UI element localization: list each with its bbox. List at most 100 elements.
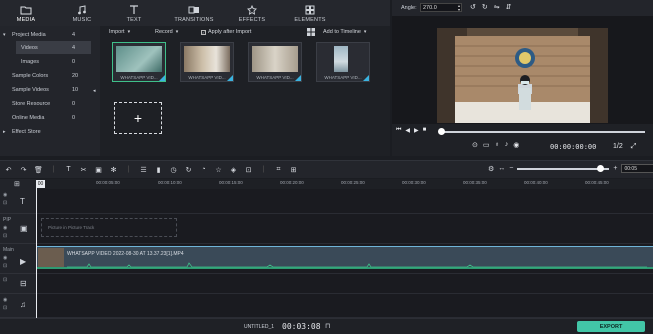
- mute-icon[interactable]: ◉: [3, 297, 7, 303]
- media-item[interactable]: WHATSAPP VID...: [316, 42, 370, 82]
- chevron-down-icon: ▾: [363, 29, 367, 35]
- audio-icon[interactable]: ▮: [154, 164, 163, 175]
- library-effect-store[interactable]: ▸ Effect Store: [0, 125, 98, 138]
- tab-text[interactable]: TEXT: [108, 0, 160, 26]
- settings-icon[interactable]: ⚙: [488, 165, 494, 173]
- tab-music-label: MUSIC: [72, 16, 92, 23]
- video-badge-icon: [363, 75, 369, 81]
- add-to-timeline-dropdown[interactable]: Add to Timeline ▾: [323, 29, 366, 35]
- zoom-in-icon[interactable]: +: [613, 165, 617, 172]
- microphone-icon[interactable]: ♁: [495, 141, 500, 149]
- undo-icon[interactable]: ↶: [4, 164, 13, 175]
- crop-zoom-icon[interactable]: ⌗: [274, 164, 283, 175]
- library-videos[interactable]: Videos 4: [16, 41, 91, 54]
- render-icon[interactable]: ⊙: [472, 141, 478, 149]
- collapse-panel-icon[interactable]: ◂: [93, 88, 96, 94]
- track-audio-2[interactable]: [37, 294, 653, 318]
- export-frame-icon[interactable]: ⊡: [244, 164, 253, 175]
- keyframe-icon[interactable]: ◈: [229, 164, 238, 175]
- delete-icon[interactable]: 🗑: [34, 164, 43, 175]
- eye-icon[interactable]: ◉: [3, 225, 11, 231]
- freeze-icon[interactable]: ✻: [109, 164, 118, 175]
- zoom-value-input[interactable]: 00:05: [621, 164, 653, 173]
- library-item-label: Sample Videos: [12, 86, 49, 93]
- apply-after-import-checkbox[interactable]: ✓ Apply after Import: [201, 29, 251, 35]
- previous-frame-icon[interactable]: ⏮: [396, 127, 401, 134]
- media-item[interactable]: WHATSAPP VID...: [112, 42, 166, 82]
- lock-icon[interactable]: ⊡: [3, 305, 7, 311]
- fit-icon[interactable]: ↔: [498, 165, 505, 172]
- library-sample-colors[interactable]: Sample Colors 20: [0, 69, 98, 82]
- lock-icon[interactable]: ⊡: [3, 263, 14, 269]
- adjust-icon[interactable]: ☰: [139, 164, 148, 175]
- playhead[interactable]: [36, 188, 37, 318]
- scissors-icon[interactable]: ✂: [79, 164, 88, 175]
- snapshot-icon[interactable]: ◉: [513, 141, 519, 149]
- zoom-out-icon[interactable]: −: [509, 165, 513, 172]
- export-button[interactable]: EXPORT: [577, 321, 645, 332]
- library-store-resource[interactable]: Store Resource 0: [0, 97, 98, 110]
- eye-icon[interactable]: ◉: [3, 255, 14, 261]
- rotate-right-icon[interactable]: ↻: [482, 3, 488, 11]
- zoom-slider[interactable]: [517, 164, 610, 172]
- quality-selector[interactable]: 1/2 ⤢: [613, 143, 636, 151]
- rotate-controls: ↺ ↻ ⇋ ⇵: [470, 3, 512, 11]
- preview-scrubber[interactable]: [440, 131, 645, 133]
- lock-icon[interactable]: ⊡: [3, 277, 7, 283]
- rotate-icon[interactable]: ↻: [184, 164, 193, 175]
- playhead-handle[interactable]: 00: [36, 180, 45, 188]
- tab-elements[interactable]: ELEMENTS: [282, 0, 338, 26]
- play-icon[interactable]: ▶: [414, 127, 419, 134]
- lock-icon[interactable]: ⊡: [3, 233, 11, 239]
- text-tool-icon[interactable]: T: [64, 164, 73, 175]
- crop-icon[interactable]: ▣: [94, 164, 103, 175]
- step-back-icon[interactable]: ◀: [405, 127, 410, 134]
- library-sample-videos[interactable]: Sample Videos 10: [0, 83, 98, 96]
- tab-effects[interactable]: EFFECTS: [226, 0, 278, 26]
- track-audio-1[interactable]: [37, 274, 653, 294]
- pan-zoom-icon[interactable]: ⊞: [289, 164, 298, 175]
- library-item-label: Effect Store: [12, 128, 41, 135]
- scrubber-handle[interactable]: [438, 128, 445, 135]
- import-media-button[interactable]: +: [114, 102, 162, 134]
- redo-icon[interactable]: ↷: [19, 164, 28, 175]
- video-clip[interactable]: WHATSAPP VIDEO 2022-08-30 AT 13.37.23[1]…: [37, 246, 653, 269]
- media-item[interactable]: WHATSAPP VID...: [248, 42, 302, 82]
- marker-icon[interactable]: ⊓: [325, 322, 330, 330]
- library-project-media[interactable]: ▾ Project Media 4: [0, 28, 98, 41]
- pip-track-icon: ▣: [20, 224, 28, 233]
- stop-icon[interactable]: ■: [423, 127, 427, 134]
- video-badge-icon: [159, 75, 165, 81]
- zoom-slider-handle[interactable]: [597, 164, 605, 172]
- lock-icon[interactable]: ⊡: [3, 200, 7, 206]
- volume-icon[interactable]: ♪: [505, 141, 509, 149]
- timeline-ruler[interactable]: 00:00:05:00 00:00:10:00 00:00:15:00 00:0…: [36, 179, 653, 189]
- tab-music[interactable]: MUSIC: [56, 0, 108, 26]
- import-dropdown[interactable]: Import ▾: [109, 29, 130, 35]
- add-track-icon[interactable]: ⊞: [14, 180, 20, 188]
- library-images[interactable]: Images 0: [0, 55, 98, 68]
- camera-record-icon[interactable]: ▭: [483, 141, 490, 149]
- track-text[interactable]: [37, 189, 653, 214]
- quality-value: 1/2: [613, 143, 623, 150]
- eye-icon[interactable]: ◉: [3, 192, 7, 198]
- speedometer-icon[interactable]: ◔: [199, 164, 208, 175]
- record-dropdown[interactable]: Record ▾: [155, 29, 178, 35]
- track-pip[interactable]: Picture in Picture Track: [37, 214, 653, 244]
- flip-horizontal-icon[interactable]: ⇋: [494, 3, 500, 11]
- pip-drop-zone[interactable]: Picture in Picture Track: [41, 218, 177, 237]
- library-item-label: Online Media: [12, 114, 45, 121]
- tab-transitions[interactable]: TRANSITIONS: [164, 0, 224, 26]
- library-online-media[interactable]: Online Media 0: [0, 111, 98, 124]
- effects-icon: [247, 4, 257, 16]
- speed-icon[interactable]: ◷: [169, 164, 178, 175]
- flip-vertical-icon[interactable]: ⇵: [506, 3, 512, 11]
- effect-star-icon[interactable]: ☆: [214, 164, 223, 175]
- angle-input[interactable]: 270.0 ▴ ▾: [420, 3, 462, 12]
- media-item[interactable]: WHATSAPP VID...: [180, 42, 234, 82]
- fullscreen-icon[interactable]: ⤢: [631, 143, 637, 150]
- tab-media[interactable]: MEDIA: [0, 0, 52, 26]
- grid-view-icon[interactable]: [307, 28, 315, 36]
- track-main[interactable]: WHATSAPP VIDEO 2022-08-30 AT 13.37.23[1]…: [37, 244, 653, 274]
- rotate-left-icon[interactable]: ↺: [470, 3, 476, 11]
